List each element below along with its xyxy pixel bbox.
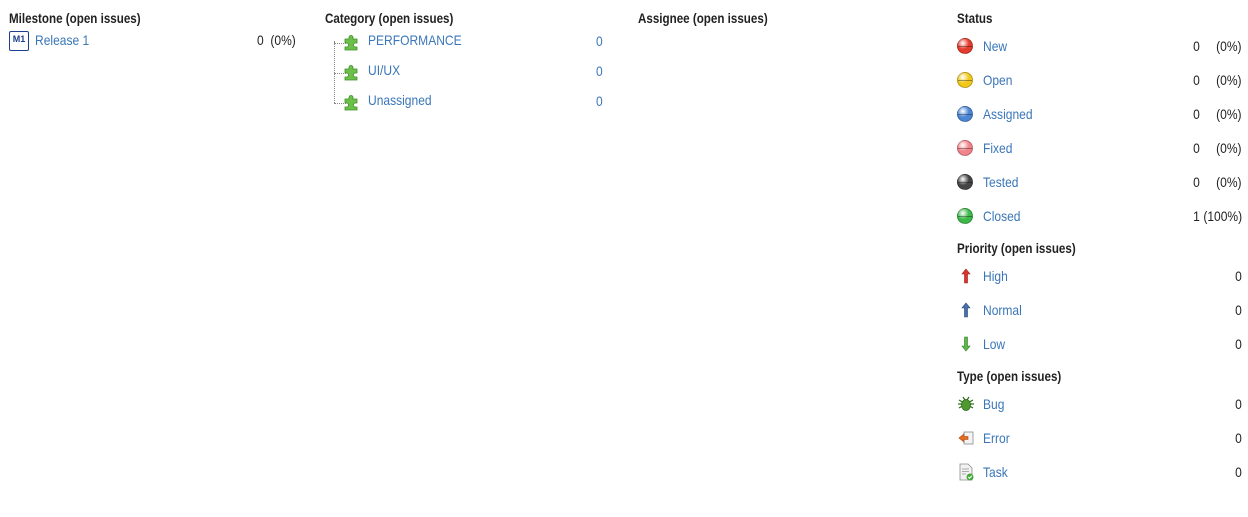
type-bug-link[interactable]: Bug (983, 396, 1008, 413)
priority-row: Normal 0 (957, 293, 1248, 327)
status-row: Tested 0 (0%) (957, 165, 1248, 199)
status-new-percent: (0%) (1216, 38, 1242, 54)
assignee-panel: Assignee (open issues) (638, 0, 888, 29)
priority-section: Priority (open issues) High 0 Normal 0 L… (957, 239, 1248, 361)
status-tested-count: 0 (1193, 174, 1200, 190)
milestone-m1-icon: M1 (9, 31, 29, 51)
puzzle-piece-icon (344, 95, 358, 111)
status-open-count: 0 (1193, 72, 1200, 88)
status-row: Closed 1 (100%) (957, 199, 1248, 233)
status-open-percent: (0%) (1216, 72, 1242, 88)
milestone-header: Milestone (open issues) (9, 11, 141, 26)
category-performance-link[interactable]: PERFORMANCE (368, 32, 477, 49)
status-closed-link[interactable]: Closed (983, 208, 1027, 225)
milestone-row: M1 Release 1 0 (0%) (9, 29, 309, 55)
type-row: Task 0 (957, 455, 1248, 489)
status-new-link[interactable]: New (983, 38, 1011, 55)
type-error-link[interactable]: Error (983, 430, 1014, 447)
category-uiux-link[interactable]: UI/UX (368, 62, 405, 79)
category-uiux-count[interactable]: 0 (596, 63, 604, 80)
milestone-release-1-link[interactable]: Release 1 (35, 32, 98, 49)
status-open-link[interactable]: Open (983, 72, 1017, 89)
status-assigned-ball-icon (957, 106, 973, 122)
type-header: Type (open issues) (957, 369, 1062, 384)
category-row: UI/UX 0 (325, 59, 625, 89)
puzzle-piece-icon (344, 35, 358, 51)
status-tested-ball-icon (957, 174, 973, 190)
type-section: Type (open issues) Bug 0 Error 0 Task 0 (957, 367, 1248, 489)
type-row: Bug 0 (957, 387, 1248, 421)
arrow-down-green-icon (961, 336, 971, 352)
summary-right-column: Status New 0 (0%) Open 0 (0%) Assigned 0 (0%) Fix… (957, 0, 1248, 489)
status-fixed-ball-icon (957, 140, 973, 156)
category-unassigned-link[interactable]: Unassigned (368, 92, 442, 109)
milestone-count: 0 (0%) (257, 32, 296, 48)
status-assigned-link[interactable]: Assigned (983, 106, 1041, 123)
status-closed-percent: (100%) (1203, 208, 1242, 224)
status-row: Fixed 0 (0%) (957, 131, 1248, 165)
priority-row: High 0 (957, 259, 1248, 293)
task-icon (959, 463, 974, 481)
category-unassigned-count[interactable]: 0 (596, 93, 604, 110)
priority-normal-count: 0 (1235, 302, 1242, 318)
category-row: Unassigned 0 (325, 89, 625, 119)
status-row: New 0 (0%) (957, 29, 1248, 63)
arrow-up-blue-icon (961, 302, 971, 318)
milestone-panel: Milestone (open issues) M1 Release 1 0 (… (9, 0, 309, 55)
priority-high-link[interactable]: High (983, 268, 1012, 285)
status-row: Assigned 0 (0%) (957, 97, 1248, 131)
type-task-count: 0 (1235, 464, 1242, 480)
category-header: Category (open issues) (325, 11, 454, 26)
arrow-up-red-icon (961, 268, 971, 284)
assignee-header: Assignee (open issues) (638, 11, 768, 26)
status-assigned-count: 0 (1193, 106, 1200, 122)
status-new-count: 0 (1193, 38, 1200, 54)
status-section: Status New 0 (0%) Open 0 (0%) Assigned 0 (0%) Fix… (957, 9, 1248, 233)
priority-header: Priority (open issues) (957, 241, 1076, 256)
category-performance-count[interactable]: 0 (596, 33, 604, 50)
type-bug-count: 0 (1235, 396, 1242, 412)
status-header: Status (957, 11, 993, 26)
category-panel: Category (open issues) PERFORMANCE 0 UI/… (325, 0, 625, 119)
type-row: Error 0 (957, 421, 1248, 455)
priority-low-link[interactable]: Low (983, 336, 1009, 353)
bug-icon (958, 396, 974, 411)
priority-normal-link[interactable]: Normal (983, 302, 1028, 319)
status-assigned-percent: (0%) (1216, 106, 1242, 122)
status-closed-ball-icon (957, 208, 973, 224)
type-error-count: 0 (1235, 430, 1242, 446)
priority-low-count: 0 (1235, 336, 1242, 352)
status-new-ball-icon (957, 38, 973, 54)
type-task-link[interactable]: Task (983, 464, 1012, 481)
category-row: PERFORMANCE 0 (325, 29, 625, 59)
error-icon (958, 431, 974, 445)
status-fixed-count: 0 (1193, 140, 1200, 156)
status-fixed-percent: (0%) (1216, 140, 1242, 156)
status-open-ball-icon (957, 72, 973, 88)
puzzle-piece-icon (344, 65, 358, 81)
status-tested-link[interactable]: Tested (983, 174, 1024, 191)
status-tested-percent: (0%) (1216, 174, 1242, 190)
priority-row: Low 0 (957, 327, 1248, 361)
status-fixed-link[interactable]: Fixed (983, 140, 1017, 157)
status-row: Open 0 (0%) (957, 63, 1248, 97)
priority-high-count: 0 (1235, 268, 1242, 284)
